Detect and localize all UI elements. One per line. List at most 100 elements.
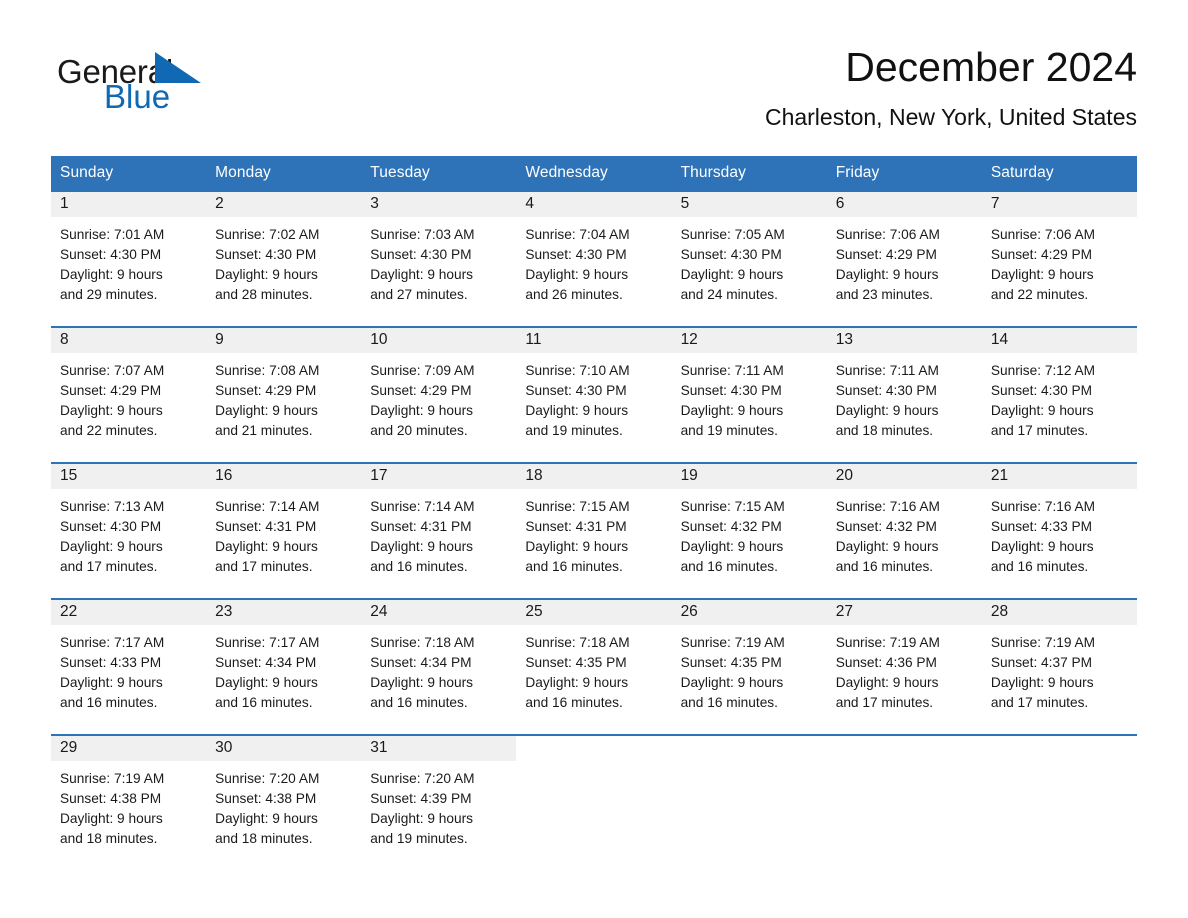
day-details: Sunrise: 7:19 AM Sunset: 4:38 PM Dayligh… [51,761,206,849]
daylight-text-line1: Daylight: 9 hours [835,674,939,690]
day-cell[interactable]: 13 Sunrise: 7:11 AM Sunset: 4:30 PM Dayl… [826,327,982,462]
day-cell[interactable]: 19 Sunrise: 7:15 AM Sunset: 4:32 PM Dayl… [671,463,827,598]
day-details: Sunrise: 7:11 AM Sunset: 4:30 PM Dayligh… [827,353,982,441]
day-details: Sunrise: 7:14 AM Sunset: 4:31 PM Dayligh… [206,489,361,577]
daylight-text-line1: Daylight: 9 hours [370,266,473,282]
daylight-text-line1: Daylight: 9 hours [60,674,163,690]
sunset-text: Sunset: 4:30 PM [525,246,627,262]
sunset-text: Sunset: 4:33 PM [990,518,1093,534]
sunset-text: Sunset: 4:38 PM [60,790,162,806]
daylight-text-line1: Daylight: 9 hours [990,402,1094,418]
sunset-text: Sunset: 4:29 PM [990,246,1093,262]
day-cell[interactable]: 3 Sunrise: 7:03 AM Sunset: 4:30 PM Dayli… [361,191,517,326]
daylight-text-line1: Daylight: 9 hours [60,402,163,418]
sunrise-text: Sunrise: 7:15 AM [525,498,630,514]
day-details: Sunrise: 7:09 AM Sunset: 4:29 PM Dayligh… [361,353,516,441]
daylight-text-line1: Daylight: 9 hours [680,674,784,690]
day-number: 30 [206,735,362,761]
day-details: Sunrise: 7:06 AM Sunset: 4:29 PM Dayligh… [827,217,982,305]
day-cell[interactable]: 20 Sunrise: 7:16 AM Sunset: 4:32 PM Dayl… [826,463,982,598]
daylight-text-line1: Daylight: 9 hours [370,810,473,826]
day-cell[interactable]: 23 Sunrise: 7:17 AM Sunset: 4:34 PM Dayl… [206,599,362,734]
day-cell[interactable]: 27 Sunrise: 7:19 AM Sunset: 4:36 PM Dayl… [826,599,982,734]
day-cell[interactable]: 15 Sunrise: 7:13 AM Sunset: 4:30 PM Dayl… [51,463,207,598]
day-cell[interactable]: 22 Sunrise: 7:17 AM Sunset: 4:33 PM Dayl… [51,599,207,734]
day-details: Sunrise: 7:18 AM Sunset: 4:35 PM Dayligh… [516,625,671,713]
day-cell[interactable]: 5 Sunrise: 7:05 AM Sunset: 4:30 PM Dayli… [671,191,827,326]
day-details: Sunrise: 7:14 AM Sunset: 4:31 PM Dayligh… [361,489,516,577]
daylight-text-line1: Daylight: 9 hours [525,266,629,282]
day-cell[interactable]: 14 Sunrise: 7:12 AM Sunset: 4:30 PM Dayl… [981,327,1137,462]
daylight-text-line2: and 17 minutes. [215,558,313,574]
day-cell[interactable]: 10 Sunrise: 7:09 AM Sunset: 4:29 PM Dayl… [361,327,517,462]
day-number [672,736,827,761]
generalblue-logo[interactable]: General Blue [57,44,207,114]
sunset-text: Sunset: 4:29 PM [215,382,317,398]
day-number: 18 [516,463,672,489]
day-number: 12 [671,327,827,353]
sunset-text: Sunset: 4:30 PM [835,382,937,398]
daylight-text-line2: and 27 minutes. [370,286,468,302]
day-cell[interactable]: 28 Sunrise: 7:19 AM Sunset: 4:37 PM Dayl… [981,599,1137,734]
day-cell[interactable]: 26 Sunrise: 7:19 AM Sunset: 4:35 PM Dayl… [671,599,827,734]
day-details: Sunrise: 7:16 AM Sunset: 4:32 PM Dayligh… [827,489,982,577]
sunrise-text: Sunrise: 7:14 AM [215,498,320,514]
daylight-text-line2: and 19 minutes. [370,830,468,846]
sunset-text: Sunset: 4:34 PM [215,654,317,670]
sunrise-text: Sunrise: 7:20 AM [370,770,475,786]
day-number: 23 [206,599,362,625]
day-cell[interactable]: 24 Sunrise: 7:18 AM Sunset: 4:34 PM Dayl… [361,599,517,734]
day-cell[interactable]: 17 Sunrise: 7:14 AM Sunset: 4:31 PM Dayl… [361,463,517,598]
day-number: 5 [671,191,827,217]
day-cell[interactable]: 21 Sunrise: 7:16 AM Sunset: 4:33 PM Dayl… [981,463,1137,598]
day-cell[interactable]: 8 Sunrise: 7:07 AM Sunset: 4:29 PM Dayli… [51,327,207,462]
sunrise-text: Sunrise: 7:03 AM [370,226,475,242]
daylight-text-line1: Daylight: 9 hours [525,674,629,690]
day-cell-empty [827,736,982,870]
day-cell-empty [982,736,1137,870]
day-cell[interactable]: 31 Sunrise: 7:20 AM Sunset: 4:39 PM Dayl… [361,735,517,870]
sunset-text: Sunset: 4:30 PM [60,246,162,262]
day-cell[interactable]: 25 Sunrise: 7:18 AM Sunset: 4:35 PM Dayl… [516,599,672,734]
daylight-text-line2: and 18 minutes. [835,422,934,438]
day-cell[interactable]: 12 Sunrise: 7:11 AM Sunset: 4:30 PM Dayl… [671,327,827,462]
day-details: Sunrise: 7:15 AM Sunset: 4:31 PM Dayligh… [516,489,671,577]
day-cell[interactable]: 6 Sunrise: 7:06 AM Sunset: 4:29 PM Dayli… [826,191,982,326]
daylight-text-line1: Daylight: 9 hours [990,266,1094,282]
sunset-text: Sunset: 4:30 PM [990,382,1093,398]
day-cell[interactable]: 29 Sunrise: 7:19 AM Sunset: 4:38 PM Dayl… [51,735,207,870]
day-number: 10 [361,327,517,353]
daylight-text-line1: Daylight: 9 hours [60,538,163,554]
daylight-text-line2: and 28 minutes. [215,286,313,302]
day-cell[interactable]: 18 Sunrise: 7:15 AM Sunset: 4:31 PM Dayl… [516,463,672,598]
weekday-header-friday: Friday [835,164,880,181]
day-cell[interactable]: 11 Sunrise: 7:10 AM Sunset: 4:30 PM Dayl… [516,327,672,462]
day-cell[interactable]: 9 Sunrise: 7:08 AM Sunset: 4:29 PM Dayli… [206,327,362,462]
daylight-text-line1: Daylight: 9 hours [990,538,1094,554]
weekday-header-sunday: Sunday [60,164,114,181]
day-cell[interactable]: 2 Sunrise: 7:02 AM Sunset: 4:30 PM Dayli… [206,191,362,326]
day-number: 19 [671,463,827,489]
day-details: Sunrise: 7:13 AM Sunset: 4:30 PM Dayligh… [51,489,206,577]
day-number: 9 [206,327,362,353]
day-cell[interactable]: 16 Sunrise: 7:14 AM Sunset: 4:31 PM Dayl… [206,463,362,598]
daylight-text-line2: and 23 minutes. [835,286,934,302]
day-number: 28 [981,599,1137,625]
sunset-text: Sunset: 4:35 PM [680,654,782,670]
sunset-text: Sunset: 4:29 PM [835,246,937,262]
day-cell[interactable]: 30 Sunrise: 7:20 AM Sunset: 4:38 PM Dayl… [206,735,362,870]
sunrise-text: Sunrise: 7:02 AM [215,226,320,242]
calendar-week-row: 22 Sunrise: 7:17 AM Sunset: 4:33 PM Dayl… [51,597,1137,734]
daylight-text-line1: Daylight: 9 hours [215,674,318,690]
day-number: 26 [671,599,827,625]
day-details: Sunrise: 7:17 AM Sunset: 4:34 PM Dayligh… [206,625,361,713]
daylight-text-line1: Daylight: 9 hours [835,402,939,418]
day-number: 16 [206,463,362,489]
daylight-text-line2: and 24 minutes. [680,286,778,302]
day-cell[interactable]: 1 Sunrise: 7:01 AM Sunset: 4:30 PM Dayli… [51,191,207,326]
day-details: Sunrise: 7:18 AM Sunset: 4:34 PM Dayligh… [361,625,516,713]
daylight-text-line2: and 16 minutes. [525,558,623,574]
daylight-text-line2: and 16 minutes. [370,558,468,574]
day-cell[interactable]: 4 Sunrise: 7:04 AM Sunset: 4:30 PM Dayli… [516,191,672,326]
day-cell[interactable]: 7 Sunrise: 7:06 AM Sunset: 4:29 PM Dayli… [981,191,1137,326]
